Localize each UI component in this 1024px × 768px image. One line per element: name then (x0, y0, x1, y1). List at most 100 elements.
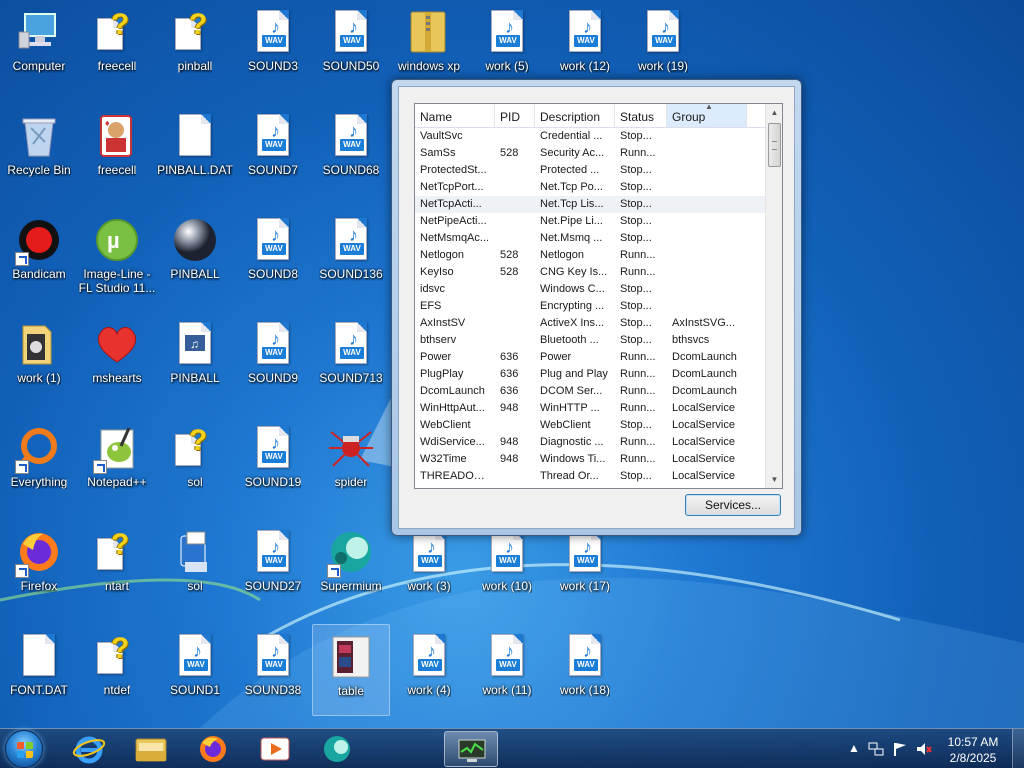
desktop-icon-recycle-bin[interactable]: Recycle Bin (0, 104, 78, 196)
table-row[interactable]: NetTcpActi... Net.Tcp Lis... Stop... (415, 196, 782, 213)
desktop-icon-work-1[interactable]: work (1) (0, 312, 78, 404)
taskbar-firefox[interactable] (186, 731, 240, 767)
cell-name: VaultSvc (420, 130, 463, 142)
desktop-icon-font-dat[interactable]: FONT.DAT (0, 624, 78, 716)
desktop-icon-sound50[interactable]: ♪ WAV SOUND50 (312, 0, 390, 92)
desktop-icon-label: mshearts (92, 371, 142, 385)
desktop-icon-work-11[interactable]: ♪ WAV work (11) (468, 624, 546, 716)
table-row[interactable]: W32Time 948 Windows Ti... Runn... LocalServi… (415, 451, 782, 468)
desktop-icon-freecell[interactable]: ♦ freecell (78, 104, 156, 196)
desktop-icon-pinball-dat[interactable]: PINBALL.DAT (156, 104, 234, 196)
table-row[interactable]: WinHttpAut... 948 WinHTTP ... Runn... LocalS… (415, 400, 782, 417)
table-row[interactable]: WebClient WebClient Stop... LocalService (415, 417, 782, 434)
network-icon[interactable] (868, 741, 884, 757)
table-row[interactable]: Power 636 Power Runn... DcomLaunch (415, 349, 782, 366)
table-row[interactable]: SamSs 528 Security Ac... Runn... (415, 145, 782, 162)
desktop-icon-supermium[interactable]: Supermium (312, 520, 390, 612)
cell-group (667, 247, 747, 264)
desktop-icon-sound3[interactable]: ♪ WAV SOUND3 (234, 0, 312, 92)
desktop-icon-sound136[interactable]: ♪ WAV SOUND136 (312, 208, 390, 300)
column-header-group[interactable]: ▲ Group (667, 104, 747, 127)
table-row[interactable]: bthserv Bluetooth ... Stop... bthsvcs (415, 332, 782, 349)
vertical-scrollbar[interactable]: ▲ ▼ (765, 104, 782, 488)
desktop-icon-ntdef[interactable]: ? ntdef (78, 624, 156, 716)
scroll-up-arrow-icon[interactable]: ▲ (766, 104, 782, 121)
svg-text:♫: ♫ (190, 337, 199, 351)
volume-muted-icon[interactable] (916, 741, 932, 757)
desktop-icon-sound19[interactable]: ♪ WAV SOUND19 (234, 416, 312, 508)
table-row[interactable]: VaultSvc Credential ... Stop... (415, 128, 782, 145)
start-button[interactable] (5, 730, 43, 768)
desktop-icon-pinball[interactable]: ? pinball (156, 0, 234, 92)
taskbar-internet-explorer[interactable] (62, 731, 116, 767)
desktop-icon-freecell[interactable]: ? freecell (78, 0, 156, 92)
desktop-icon-notepad[interactable]: Notepad++ (78, 416, 156, 508)
taskbar-file-explorer[interactable] (124, 731, 178, 767)
desktop-icon-everything[interactable]: Everything (0, 416, 78, 508)
table-row[interactable]: THREADOR... Thread Or... Stop... LocalServi… (415, 468, 782, 485)
table-row[interactable]: WdiService... 948 Diagnostic ... Runn... Loc… (415, 434, 782, 451)
column-header-name[interactable]: Name (415, 104, 495, 127)
cell-group: LocalService (672, 470, 735, 482)
desktop-icon-label: SOUND38 (244, 683, 302, 697)
desktop-icon-bandicam[interactable]: Bandicam (0, 208, 78, 300)
desktop-icon-work-4[interactable]: ♪ WAV work (4) (390, 624, 468, 716)
table-row[interactable]: AxInstSV ActiveX Ins... Stop... AxInstSVG..… (415, 315, 782, 332)
cell-description: ActiveX Ins... (540, 317, 605, 329)
taskbar-task-manager[interactable] (444, 731, 498, 767)
desktop-icon-sound7[interactable]: ♪ WAV SOUND7 (234, 104, 312, 196)
services-button[interactable]: Services... (685, 494, 781, 516)
table-row[interactable]: Netlogon 528 Netlogon Runn... (415, 247, 782, 264)
cell-pid (495, 230, 535, 247)
cell-description: Protected ... (540, 164, 600, 176)
desktop-icon-sound38[interactable]: ♪ WAV SOUND38 (234, 624, 312, 716)
desktop-icon-sound68[interactable]: ♪ WAV SOUND68 (312, 104, 390, 196)
desktop-icon-mshearts[interactable]: mshearts (78, 312, 156, 404)
desktop-icon-pinball[interactable]: PINBALL (156, 208, 234, 300)
desktop-icon-image-line-fl-studio-11[interactable]: µ Image-Line - FL Studio 11... (78, 208, 156, 300)
desktop-icon-sound27[interactable]: ♪ WAV SOUND27 (234, 520, 312, 612)
desktop-icon-work-18[interactable]: ♪ WAV work (18) (546, 624, 624, 716)
show-desktop-button[interactable] (1012, 729, 1024, 768)
column-header-status[interactable]: Status (615, 104, 667, 127)
system-clock[interactable]: 10:57 AM 2/8/2025 (936, 734, 1010, 766)
taskbar-supermium[interactable] (310, 731, 364, 767)
scroll-thumb[interactable] (768, 123, 781, 167)
table-row[interactable]: PlugPlay 636 Plug and Play Runn... DcomLaunc… (415, 366, 782, 383)
table-row[interactable]: NetPipeActi... Net.Pipe Li... Stop... (415, 213, 782, 230)
desktop-icon-spider[interactable]: spider (312, 416, 390, 508)
taskbar-media-player[interactable] (248, 731, 302, 767)
column-header-description[interactable]: Description (535, 104, 615, 127)
wav-audio-file-icon: ♪ WAV (249, 424, 297, 472)
desktop-icon-sol[interactable]: sol (156, 520, 234, 612)
desktop-icon-firefox[interactable]: Firefox (0, 520, 78, 612)
desktop-icon-label: work (3) (407, 579, 451, 593)
desktop-icon-label: freecell (97, 163, 137, 177)
services-list[interactable]: Name PID Description Status ▲ Group Vaul… (414, 103, 783, 489)
table-row[interactable]: NetTcpPort... Net.Tcp Po... Stop... (415, 179, 782, 196)
desktop-icon-pinball[interactable]: ♫ PINBALL (156, 312, 234, 404)
table-row[interactable]: EFS Encrypting ... Stop... (415, 298, 782, 315)
desktop-icon-table[interactable]: table (312, 624, 390, 716)
column-header-pid[interactable]: PID (495, 104, 535, 127)
desktop-icon-sound8[interactable]: ♪ WAV SOUND8 (234, 208, 312, 300)
desktop-icon-computer[interactable]: Computer (0, 0, 78, 92)
desktop-icon-sound9[interactable]: ♪ WAV SOUND9 (234, 312, 312, 404)
desktop-icon-label: work (1) (17, 371, 61, 385)
table-row[interactable]: KeyIso 528 CNG Key Is... Runn... (415, 264, 782, 281)
table-row[interactable]: ProtectedSt... Protected ... Stop... (415, 162, 782, 179)
cell-description: Windows C... (540, 283, 605, 295)
show-hidden-icons-icon[interactable]: ▲ (846, 741, 862, 757)
table-row[interactable]: DcomLaunch 636 DCOM Ser... Runn... DcomLaunc… (415, 383, 782, 400)
desktop-icon-ntart[interactable]: ? ntart (78, 520, 156, 612)
cell-pid: 948 (500, 402, 519, 414)
scroll-down-arrow-icon[interactable]: ▼ (766, 471, 782, 488)
cell-pid: 528 (500, 266, 519, 278)
desktop-icon-sound1[interactable]: ♪ WAV SOUND1 (156, 624, 234, 716)
table-row[interactable]: idsvc Windows C... Stop... (415, 281, 782, 298)
cell-pid (495, 281, 535, 298)
desktop-icon-sound713[interactable]: ♪ WAV SOUND713 (312, 312, 390, 404)
action-center-flag-icon[interactable] (892, 741, 908, 757)
desktop-icon-sol[interactable]: ? sol (156, 416, 234, 508)
table-row[interactable]: NetMsmqAc... Net.Msmq ... Stop... (415, 230, 782, 247)
